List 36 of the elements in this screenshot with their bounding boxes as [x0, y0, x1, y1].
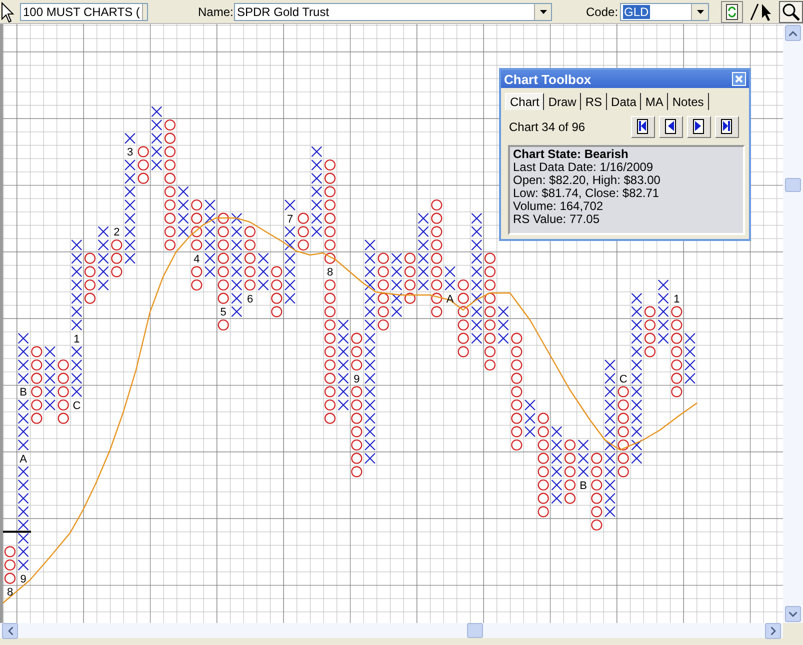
month-marker: C — [72, 400, 81, 412]
month-marker: 3 — [126, 146, 134, 159]
chart-counter: Chart 34 of 96 — [509, 120, 586, 134]
name-label: Name: — [198, 4, 234, 18]
month-marker: B — [20, 386, 27, 399]
month-marker: 8 — [326, 266, 334, 279]
chart-info-line: RS Value: 77.05 — [513, 213, 601, 226]
code-label: Code: — [586, 4, 620, 18]
month-marker: A — [20, 453, 27, 466]
month-marker: 9 — [354, 373, 360, 386]
chart-list-combo[interactable]: 100 MUST CHARTS ( — [20, 2, 148, 20]
toolbox-tab[interactable]: Draw — [544, 93, 582, 110]
chart-info-line: Low: $81.74, Close: $82.71 — [513, 187, 660, 200]
name-combo[interactable]: SPDR Gold Trust — [234, 2, 552, 20]
month-marker: 7 — [286, 213, 294, 226]
month-marker: 2 — [114, 226, 120, 239]
chart-info-line: Last Data Date: 1/16/2009 — [513, 161, 654, 174]
chart-state-text: Chart State: Bearish — [513, 148, 630, 161]
chart-info-line: Volume: 164,702 — [513, 200, 604, 213]
window-title: Chart Toolbox — [504, 72, 592, 86]
toolbox-tab[interactable]: Data — [607, 93, 642, 110]
month-marker: 6 — [246, 293, 254, 306]
month-marker: C — [619, 373, 628, 386]
code-combo[interactable]: GLD — [620, 2, 709, 20]
toolbox-tab[interactable]: RS — [581, 93, 608, 110]
toolbox-tab[interactable]: Chart — [505, 93, 544, 110]
month-marker: 8 — [6, 586, 14, 599]
month-marker: 5 — [220, 306, 226, 319]
chart-info-line: Open: $82.20, High: $83.00 — [513, 174, 662, 187]
month-marker: 9 — [20, 573, 26, 586]
month-marker: 4 — [194, 253, 200, 266]
month-marker: B — [580, 480, 587, 492]
month-marker: 1 — [74, 333, 80, 346]
month-marker: 1 — [674, 293, 680, 306]
toolbox-tab[interactable]: Notes — [668, 93, 709, 110]
toolbox-tab[interactable]: MA — [641, 93, 668, 110]
